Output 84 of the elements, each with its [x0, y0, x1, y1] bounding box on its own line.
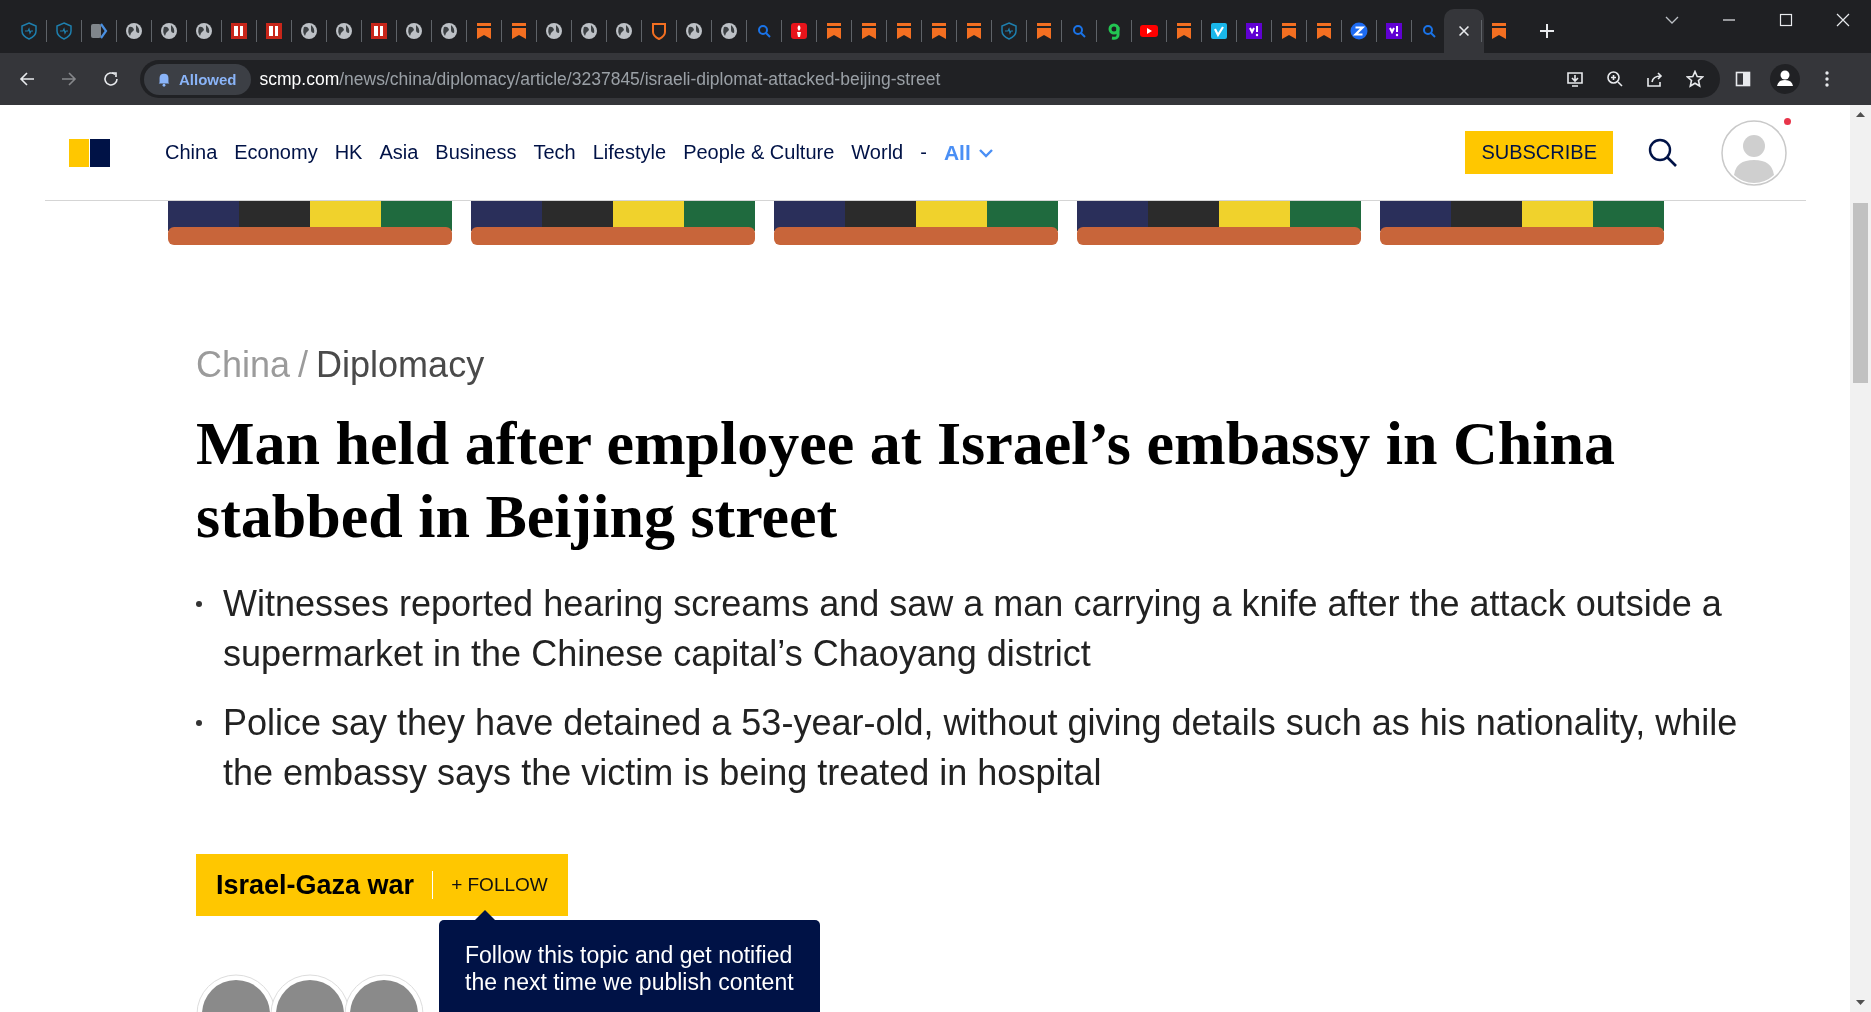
globe-icon [440, 22, 458, 40]
shield-icon [1000, 22, 1018, 40]
bullet-icon [196, 720, 202, 726]
reload-icon [102, 70, 120, 88]
tile-icon [230, 22, 248, 40]
article-headline: Man held after employee at Israel’s embassy in China stabbed in Beijing street [196, 408, 1617, 552]
search-icon [755, 22, 773, 40]
nav-separator: - [920, 141, 927, 164]
shield-icon [20, 22, 38, 40]
nav-link[interactable]: Business [435, 141, 517, 164]
bookmark-icon [825, 22, 843, 40]
bookmark-icon [1175, 22, 1193, 40]
side-panel-icon [1734, 70, 1752, 88]
bullet-icon [196, 601, 202, 607]
avatar-icon [1721, 119, 1787, 186]
globe-icon [685, 22, 703, 40]
nav-link[interactable]: People & Culture [683, 141, 835, 164]
globe-icon [545, 22, 563, 40]
bookmark-icon [1490, 22, 1508, 40]
bookmark-icon [895, 22, 913, 40]
search-button[interactable] [1647, 136, 1679, 169]
bookmark-icon [1315, 22, 1333, 40]
globe-icon [335, 22, 353, 40]
back-icon [18, 70, 36, 88]
install-icon [1566, 70, 1584, 88]
share-icon [1646, 70, 1664, 88]
plus-icon [1538, 22, 1556, 40]
topic-name[interactable]: Israel-Gaza war [216, 869, 415, 901]
tooltip-text: Follow this topic and get notified the next time we publish content [465, 942, 794, 995]
zigzag-icon [1350, 22, 1368, 40]
check-tile-icon [1210, 22, 1228, 40]
nav-link[interactable]: Lifestyle [592, 141, 667, 164]
tile-icon [265, 22, 283, 40]
close-icon [1456, 23, 1472, 39]
zoom-icon [1606, 70, 1624, 88]
nav-link[interactable]: World [851, 141, 904, 164]
subscribe-button[interactable]: SUBSCRIBE [1465, 131, 1613, 174]
address-bar[interactable]: Allowed scmp.com/news/china/diplomacy/article/3237845/israeli-diplomat-attacked-beijing-street [140, 60, 1720, 98]
shield-icon [650, 22, 668, 40]
profile-icon [1770, 64, 1800, 94]
globe-icon [195, 22, 213, 40]
bookmark-icon [860, 22, 878, 40]
bookmark-icon [475, 22, 493, 40]
play-icon [1140, 22, 1158, 40]
search-icon [1647, 136, 1679, 169]
bookmark-icon [1280, 22, 1298, 40]
nav-link[interactable]: Economy [234, 141, 318, 164]
search-icon [1420, 22, 1438, 40]
star-icon [1686, 70, 1704, 88]
globe-icon [720, 22, 738, 40]
flame-tile-icon [790, 22, 808, 40]
tile-icon [370, 22, 388, 40]
globe-icon [580, 22, 598, 40]
exclamation-tile-icon [1245, 22, 1263, 40]
nav-link[interactable]: HK [334, 141, 363, 164]
nav-link[interactable]: China [165, 141, 218, 164]
bookmark-icon [965, 22, 983, 40]
search-icon [1070, 22, 1088, 40]
globe-icon [405, 22, 423, 40]
globe-icon [125, 22, 143, 40]
globe-icon [160, 22, 178, 40]
follow-button[interactable]: + FOLLOW [451, 874, 548, 896]
browser-tab[interactable] [1444, 9, 1484, 53]
summary-bullet: Witnesses reported hearing screams and saw a man carrying a knife after the attack outside a supermarket in the Chinese capital’s Chaoyang district [223, 582, 1723, 676]
logo-icon[interactable] [69, 138, 110, 167]
nav-link[interactable]: Asia [379, 141, 419, 164]
more-icon [1825, 71, 1829, 87]
breadcrumb-link[interactable]: Diplomacy [316, 344, 485, 386]
globe-icon [615, 22, 633, 40]
chip-label: Allowed [179, 70, 237, 88]
tag-icon [90, 22, 108, 40]
url-text: scmp.com/news/china/diplomacy/article/3237845/israeli-diplomat-attacked-beijing-street [259, 68, 942, 90]
breadcrumb-separator: / [298, 344, 309, 386]
bookmark-icon [510, 22, 528, 40]
globe-icon [300, 22, 318, 40]
bookmark-icon [930, 22, 948, 40]
permission-chip[interactable]: Allowed [144, 63, 251, 95]
minimize-icon [1722, 19, 1735, 21]
summary-bullet: Police say they have detained a 53-year-old, without giving details such as his nationality, while the embassy says the victim is being treated in hospital [223, 701, 1739, 795]
bookmark-icon [1035, 22, 1053, 40]
nav-link[interactable]: Tech [533, 141, 576, 164]
shield-icon [55, 22, 73, 40]
forward-icon [60, 70, 78, 88]
exclamation-tile-icon [1385, 22, 1403, 40]
